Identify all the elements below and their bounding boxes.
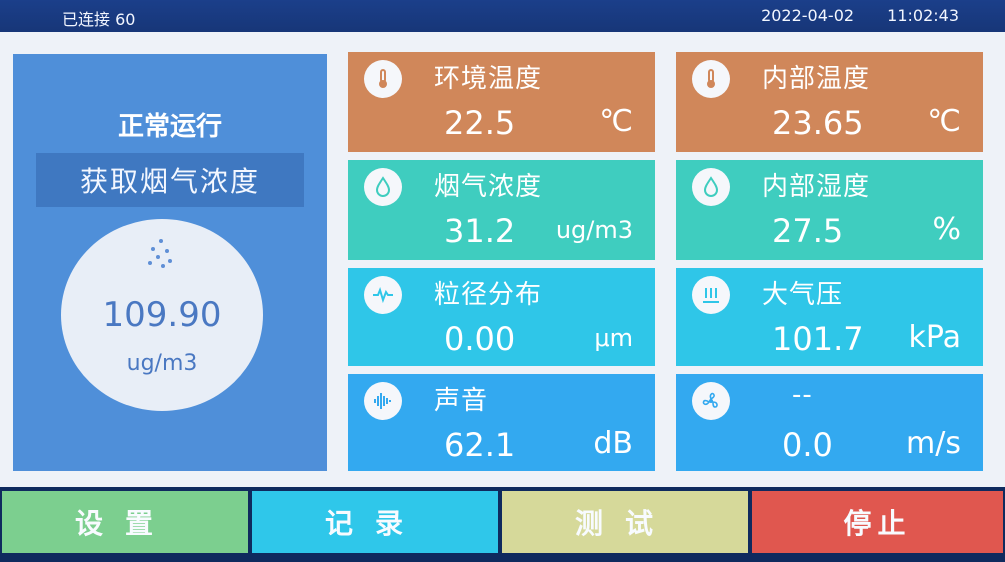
card-smoke-concentration: 烟气浓度 31.2 ug/m3 <box>348 160 655 260</box>
thermometer-icon <box>692 60 730 98</box>
top-status-bar: 已连接 60 2022-04-02 11:02:43 <box>0 0 1005 32</box>
card-title: 粒径分布 <box>434 280 543 310</box>
date-text: 2022-04-02 <box>761 6 855 25</box>
card-value: 0.0 <box>782 426 833 464</box>
thermometer-icon <box>364 60 402 98</box>
card-value: 23.65 <box>772 104 864 142</box>
settings-button[interactable]: 设置 <box>2 491 248 553</box>
card-particle-size: 粒径分布 0.00 μm <box>348 268 655 366</box>
status-panel: 正常运行 获取烟气浓度 109.90 ug/m3 <box>13 54 327 471</box>
card-wind-speed: -- 0.0 m/s <box>676 374 983 471</box>
card-title: 内部温度 <box>762 64 871 94</box>
status-subtitle: 获取烟气浓度 <box>36 153 304 207</box>
connection-status: 已连接 60 <box>62 10 136 29</box>
card-title: 环境温度 <box>434 64 543 94</box>
card-unit: ug/m3 <box>555 216 633 244</box>
card-title: -- <box>792 380 813 410</box>
droplet-icon <box>364 168 402 206</box>
card-value: 0.00 <box>444 320 516 358</box>
card-ambient-temperature: 环境温度 22.5 ℃ <box>348 52 655 152</box>
concentration-gauge: 109.90 ug/m3 <box>61 219 263 411</box>
test-button[interactable]: 测试 <box>502 491 748 553</box>
fan-icon <box>692 382 730 420</box>
card-value: 62.1 <box>444 426 516 464</box>
status-title: 正常运行 <box>117 112 222 142</box>
card-title: 大气压 <box>762 280 844 310</box>
card-atmospheric-pressure: 大气压 101.7 kPa <box>676 268 983 366</box>
card-value: 31.2 <box>444 212 516 250</box>
particles-icon <box>146 239 176 269</box>
pressure-icon <box>692 276 730 314</box>
card-sound: 声音 62.1 dB <box>348 374 655 471</box>
droplet-icon <box>692 168 730 206</box>
card-unit: kPa <box>908 320 962 355</box>
card-unit: % <box>932 212 961 247</box>
gauge-value: 109.90 <box>102 295 222 335</box>
datetime: 2022-04-02 11:02:43 <box>733 6 959 25</box>
card-unit: dB <box>593 426 633 461</box>
card-value: 101.7 <box>772 320 864 358</box>
card-value: 22.5 <box>444 104 516 142</box>
time-text: 11:02:43 <box>887 6 959 25</box>
gauge-unit: ug/m3 <box>126 351 198 376</box>
card-unit: μm <box>594 324 633 352</box>
card-title: 声音 <box>434 386 489 416</box>
card-internal-humidity: 内部湿度 27.5 % <box>676 160 983 260</box>
card-title: 烟气浓度 <box>434 172 543 202</box>
card-unit: ℃ <box>599 104 633 139</box>
records-button[interactable]: 记录 <box>252 491 498 553</box>
waveform-icon <box>364 276 402 314</box>
card-unit: m/s <box>906 426 961 461</box>
card-internal-temperature: 内部温度 23.65 ℃ <box>676 52 983 152</box>
main-screen: 正常运行 获取烟气浓度 109.90 ug/m3 环境温度 22.5 ℃ 内部温… <box>0 32 1005 487</box>
stop-button[interactable]: 停止 <box>752 491 1003 553</box>
bottom-action-bar: 设置 记录 测试 停止 <box>0 487 1005 562</box>
card-unit: ℃ <box>927 104 961 139</box>
sound-icon <box>364 382 402 420</box>
card-value: 27.5 <box>772 212 844 250</box>
card-title: 内部湿度 <box>762 172 871 202</box>
